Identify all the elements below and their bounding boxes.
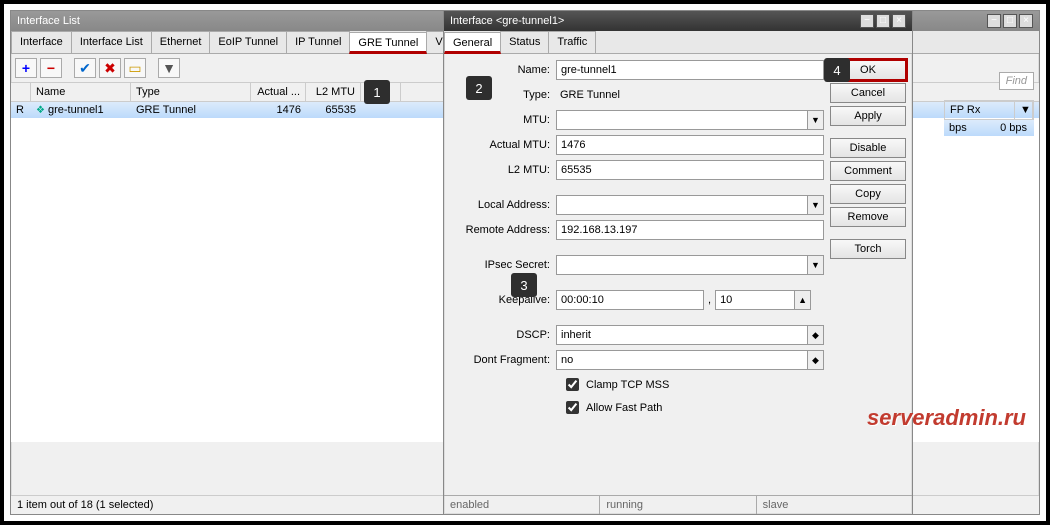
dialog-status: enabled running slave bbox=[444, 495, 912, 514]
interface-dialog: Interface <gre-tunnel1> − □ × General St… bbox=[443, 10, 913, 515]
badge-1: 1 bbox=[364, 80, 390, 104]
df-select-icon[interactable]: ◆ bbox=[808, 350, 824, 370]
tab-eoip[interactable]: EoIP Tunnel bbox=[209, 31, 287, 53]
dialog-titlebar: Interface <gre-tunnel1> − □ × bbox=[444, 11, 912, 31]
l2mtu-input[interactable]: 65535 bbox=[556, 160, 824, 180]
interface-icon: ❖ bbox=[36, 105, 45, 116]
dialog-title: Interface <gre-tunnel1> bbox=[450, 15, 564, 27]
keepalive-time-input[interactable]: 00:00:10 bbox=[556, 290, 704, 310]
laddr-dropdown-icon[interactable]: ▼ bbox=[808, 195, 824, 215]
tab-interface[interactable]: Interface bbox=[11, 31, 72, 53]
mtu-input[interactable] bbox=[556, 110, 808, 130]
clamp-tcp-mss-checkbox[interactable]: Clamp TCP MSS bbox=[562, 375, 824, 394]
badge-4: 4 bbox=[824, 58, 850, 82]
allow-fast-path-checkbox[interactable]: Allow Fast Path bbox=[562, 398, 824, 417]
disable-button[interactable]: ✖ bbox=[99, 58, 121, 78]
min-icon[interactable]: − bbox=[987, 14, 1001, 28]
field-dont-fragment: Dont Fragment: no ◆ bbox=[450, 350, 824, 370]
ipsec-input[interactable] bbox=[556, 255, 808, 275]
field-local-address: Local Address: ▼ bbox=[450, 195, 824, 215]
copy-button[interactable]: Copy bbox=[830, 184, 906, 204]
max-icon[interactable]: □ bbox=[1003, 14, 1017, 28]
form: Name: gre-tunnel1 Type: GRE Tunnel MTU: … bbox=[450, 60, 824, 421]
list-title: Interface List bbox=[17, 15, 80, 27]
disable-button-dlg[interactable]: Disable bbox=[830, 138, 906, 158]
col-actual: Actual ... bbox=[251, 83, 306, 101]
col-name: Name bbox=[31, 83, 131, 101]
dscp-select-icon[interactable]: ◆ bbox=[808, 325, 824, 345]
comment-button[interactable]: ▭ bbox=[124, 58, 146, 78]
remove-button-dlg[interactable]: Remove bbox=[830, 207, 906, 227]
dscp-input[interactable]: inherit bbox=[556, 325, 808, 345]
torch-button[interactable]: Torch bbox=[830, 239, 906, 259]
col-l2mtu: L2 MTU bbox=[306, 83, 361, 101]
field-l2mtu: L2 MTU: 65535 bbox=[450, 160, 824, 180]
field-mtu: MTU: ▼ bbox=[450, 110, 824, 130]
mtu-dropdown-icon[interactable]: ▼ bbox=[808, 110, 824, 130]
tab-ethernet[interactable]: Ethernet bbox=[151, 31, 211, 53]
badge-2: 2 bbox=[466, 76, 492, 100]
tab-gre-tunnel[interactable]: GRE Tunnel bbox=[349, 32, 427, 54]
tab-interface-list[interactable]: Interface List bbox=[71, 31, 152, 53]
tab-iptunnel[interactable]: IP Tunnel bbox=[286, 31, 350, 53]
type-value: GRE Tunnel bbox=[556, 85, 824, 105]
col-type: Type bbox=[131, 83, 251, 101]
name-input[interactable]: gre-tunnel1 bbox=[556, 60, 824, 80]
dialog-buttons: OK Cancel Apply Disable Comment Copy Rem… bbox=[830, 60, 906, 421]
field-actual-mtu: Actual MTU: 1476 bbox=[450, 135, 824, 155]
tab-status[interactable]: Status bbox=[500, 31, 549, 53]
field-name: Name: gre-tunnel1 bbox=[450, 60, 824, 80]
actual-mtu-input[interactable]: 1476 bbox=[556, 135, 824, 155]
extra-columns: FP Rx▼ bps0 bps bbox=[944, 100, 1034, 136]
field-remote-address: Remote Address: 192.168.13.197 bbox=[450, 220, 824, 240]
dlg-min-icon[interactable]: − bbox=[860, 14, 874, 28]
find-input[interactable]: Find bbox=[999, 72, 1034, 90]
add-button[interactable]: + bbox=[15, 58, 37, 78]
field-type: Type: GRE Tunnel bbox=[450, 85, 824, 105]
local-address-input[interactable] bbox=[556, 195, 808, 215]
apply-button[interactable]: Apply bbox=[830, 106, 906, 126]
dlg-close-icon[interactable]: × bbox=[892, 14, 906, 28]
field-ipsec-secret: IPsec Secret: ▼ bbox=[450, 255, 824, 275]
keepalive-up-icon[interactable]: ▲ bbox=[795, 290, 811, 310]
badge-3: 3 bbox=[511, 273, 537, 297]
keepalive-count-input[interactable]: 10 bbox=[715, 290, 795, 310]
comment-button-dlg[interactable]: Comment bbox=[830, 161, 906, 181]
ipsec-dropdown-icon[interactable]: ▼ bbox=[808, 255, 824, 275]
enable-button[interactable]: ✔ bbox=[74, 58, 96, 78]
watermark: serveradmin.ru bbox=[867, 405, 1026, 431]
field-keepalive: Keepalive: 00:00:10 , 10 ▲ bbox=[450, 290, 824, 310]
cancel-button[interactable]: Cancel bbox=[830, 83, 906, 103]
dlg-max-icon[interactable]: □ bbox=[876, 14, 890, 28]
dont-fragment-input[interactable]: no bbox=[556, 350, 808, 370]
tab-general[interactable]: General bbox=[444, 32, 501, 54]
field-dscp: DSCP: inherit ◆ bbox=[450, 325, 824, 345]
remove-button[interactable]: − bbox=[40, 58, 62, 78]
close-icon[interactable]: × bbox=[1019, 14, 1033, 28]
remote-address-input[interactable]: 192.168.13.197 bbox=[556, 220, 824, 240]
filter-button[interactable]: ▼ bbox=[158, 58, 180, 78]
tab-traffic[interactable]: Traffic bbox=[548, 31, 596, 53]
dialog-tabs: General Status Traffic bbox=[444, 31, 912, 54]
